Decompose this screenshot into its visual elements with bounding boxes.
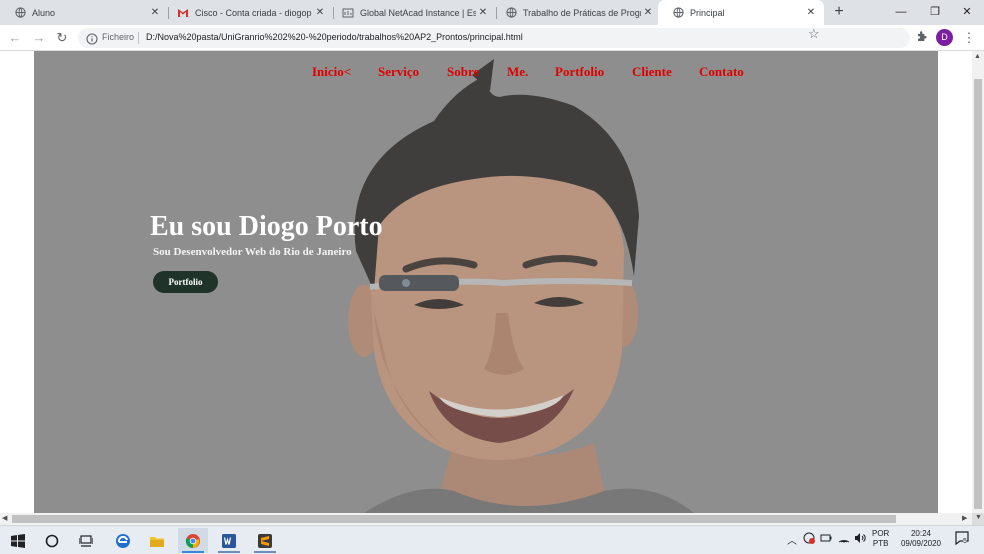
language-code: POR xyxy=(872,529,890,538)
globe-icon xyxy=(505,7,517,19)
vertical-scroll-thumb[interactable] xyxy=(974,79,982,509)
close-window-button[interactable]: ✕ xyxy=(950,0,984,25)
address-bar[interactable]: Ficheiro D:/Nova%20pasta/UniGranrio%202%… xyxy=(78,28,910,48)
hero-subtitle: Sou Desenvolvedor Web do Rio de Janeiro xyxy=(153,246,352,258)
address-divider xyxy=(138,32,139,44)
scroll-down-arrow-icon[interactable]: ▼ xyxy=(975,514,982,521)
active-indicator xyxy=(182,551,204,553)
portfolio-button[interactable]: Portfolio xyxy=(153,271,218,293)
clock-date: 09/09/2020 xyxy=(900,539,942,548)
tab-title: Aluno xyxy=(32,7,56,18)
horizontal-scroll-thumb[interactable] xyxy=(12,515,896,523)
scroll-right-arrow-icon[interactable]: ▶ xyxy=(962,514,967,522)
notification-count: 5 xyxy=(963,538,967,545)
word-icon[interactable] xyxy=(214,528,244,553)
netacad-icon xyxy=(342,7,354,19)
gmail-icon xyxy=(177,7,189,19)
tab-trabalho[interactable]: Trabalho de Práticas de Progra ✕ xyxy=(491,0,661,25)
back-arrow-icon[interactable]: ← xyxy=(6,29,24,47)
windows-taskbar: ︿ POR PTB 20:24 09/09/2020 5 xyxy=(0,525,984,554)
tab-strip: Aluno ✕ Cisco - Conta criada - diogop ✕ … xyxy=(0,0,984,25)
start-windows-icon[interactable] xyxy=(3,528,33,553)
network-warning-icon[interactable] xyxy=(803,532,815,547)
tab-aluno[interactable]: Aluno ✕ xyxy=(0,0,168,25)
close-tab-icon[interactable]: ✕ xyxy=(313,7,327,18)
file-explorer-icon[interactable] xyxy=(142,528,172,553)
clock-time: 20:24 xyxy=(910,529,932,538)
nav-item-me[interactable]: Me. xyxy=(507,64,528,80)
scroll-left-arrow-icon[interactable]: ◀ xyxy=(2,514,7,522)
minimize-button[interactable]: — xyxy=(884,0,918,25)
tab-title: Trabalho de Práticas de Progra xyxy=(523,7,641,18)
tab-title: Global NetAcad Instance | Esto xyxy=(360,7,476,18)
url-text[interactable]: D:/Nova%20pasta/UniGranrio%202%20-%20per… xyxy=(146,32,523,42)
volume-icon[interactable] xyxy=(854,532,866,547)
scrollbar-corner: ▼ xyxy=(972,513,984,525)
restore-button[interactable]: ❐ xyxy=(918,0,952,25)
close-tab-icon[interactable]: ✕ xyxy=(148,7,162,18)
edge-icon[interactable] xyxy=(108,528,138,553)
scroll-up-arrow-icon[interactable]: ▲ xyxy=(974,53,981,60)
info-icon[interactable] xyxy=(86,32,98,45)
browser-toolbar: ← → ↻ Ficheiro D:/Nova%20pasta/UniGranri… xyxy=(0,25,984,51)
horizontal-scrollbar[interactable]: ◀ ▶ xyxy=(0,513,972,525)
forward-arrow-icon[interactable]: → xyxy=(30,29,48,47)
tab-title: Cisco - Conta criada - diogop xyxy=(195,7,312,18)
profile-avatar[interactable]: D xyxy=(936,29,953,46)
nav-item-servico[interactable]: Serviço xyxy=(378,64,419,80)
globe-icon xyxy=(672,7,684,19)
reload-icon[interactable]: ↻ xyxy=(53,29,71,47)
open-indicator xyxy=(254,551,276,553)
hero-section: Inicio< Serviço Sobre Me. Portfolio Clie… xyxy=(34,51,938,513)
extensions-icon[interactable] xyxy=(913,29,931,47)
nav-item-portfolio[interactable]: Portfolio xyxy=(555,64,604,80)
tab-netacad[interactable]: Global NetAcad Instance | Esto ✕ xyxy=(328,0,496,25)
task-view-icon[interactable] xyxy=(71,528,101,553)
system-clock[interactable]: 20:24 09/09/2020 xyxy=(898,529,944,549)
wifi-icon[interactable] xyxy=(838,532,850,547)
nav-item-contato[interactable]: Contato xyxy=(699,64,744,80)
search-circle-icon[interactable] xyxy=(37,528,67,553)
input-language[interactable]: POR PTB xyxy=(872,529,889,549)
vertical-scrollbar[interactable]: ▲ xyxy=(972,51,984,513)
main-nav: Inicio< Serviço Sobre Me. Portfolio Clie… xyxy=(34,64,938,82)
chrome-icon[interactable] xyxy=(178,528,208,553)
tab-principal[interactable]: Principal ✕ xyxy=(658,0,824,25)
tab-title: Principal xyxy=(690,7,725,18)
tab-cisco[interactable]: Cisco - Conta criada - diogop ✕ xyxy=(163,0,333,25)
scheme-label: Ficheiro xyxy=(102,32,135,42)
nav-item-inicio[interactable]: Inicio< xyxy=(312,64,351,80)
nav-item-sobre[interactable]: Sobre xyxy=(447,64,479,80)
show-hidden-icons-chevron-icon[interactable]: ︿ xyxy=(787,532,797,547)
page-viewport: Inicio< Serviço Sobre Me. Portfolio Clie… xyxy=(0,51,972,513)
close-tab-icon[interactable]: ✕ xyxy=(804,7,818,18)
hero-title: Eu sou Diogo Porto xyxy=(150,211,383,242)
menu-kebab-icon[interactable]: ⋮ xyxy=(960,29,978,47)
nav-item-cliente[interactable]: Cliente xyxy=(632,64,672,80)
close-tab-icon[interactable]: ✕ xyxy=(641,7,655,18)
open-indicator xyxy=(218,551,240,553)
keyboard-layout: PTB xyxy=(872,539,889,548)
globe-icon xyxy=(14,7,26,19)
action-center-icon[interactable]: 5 xyxy=(954,530,970,549)
close-tab-icon[interactable]: ✕ xyxy=(476,7,490,18)
sublime-text-icon[interactable] xyxy=(250,528,280,553)
new-tab-button[interactable]: + xyxy=(829,2,849,22)
battery-plug-icon[interactable] xyxy=(820,532,832,547)
bookmark-star-icon[interactable]: ☆ xyxy=(808,26,820,42)
